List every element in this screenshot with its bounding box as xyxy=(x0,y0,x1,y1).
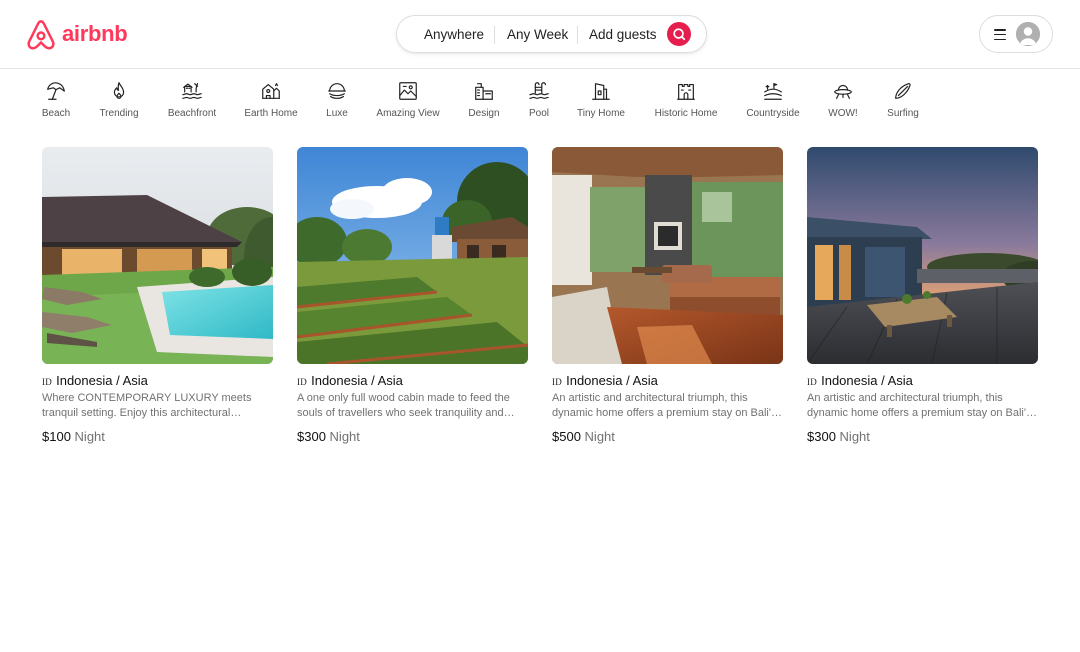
category-historic-home[interactable]: Historic Home xyxy=(654,80,718,119)
flame-icon xyxy=(113,82,125,99)
listing-price: $300 Night xyxy=(297,429,528,444)
category-label: Trending xyxy=(99,108,139,119)
listing-photo[interactable] xyxy=(42,147,273,364)
search-divider xyxy=(494,26,495,44)
category-countryside[interactable]: Countryside xyxy=(745,80,801,119)
ufo-icon xyxy=(834,84,852,99)
listing-price-amount: $300 xyxy=(297,429,326,444)
category-label: Beachfront xyxy=(167,108,217,119)
user-menu-button[interactable] xyxy=(979,15,1053,53)
luxe-icon xyxy=(328,83,346,99)
listing-price-amount: $100 xyxy=(42,429,71,444)
category-trending[interactable]: Trending xyxy=(98,80,140,119)
listing-description: A one only full wood cabin made to feed … xyxy=(297,392,510,419)
earth-home-icon xyxy=(262,83,280,99)
listing-price-amount: $500 xyxy=(552,429,581,444)
listing-location-text: Indonesia / Asia xyxy=(311,373,403,388)
pool-icon xyxy=(529,82,549,99)
country-flag-icon: ID xyxy=(807,377,818,387)
category-label: Pool xyxy=(528,108,549,119)
listing-location-text: Indonesia / Asia xyxy=(566,373,658,388)
search-guests[interactable]: Add guests xyxy=(589,23,657,45)
listing-photo[interactable] xyxy=(552,147,783,364)
category-label: Amazing View xyxy=(376,108,440,119)
listing-card[interactable]: ID Indonesia / Asia Where CONTEMPORARY L… xyxy=(42,147,273,444)
category-label: Tiny Home xyxy=(577,108,625,119)
category-bar: Beach Trending Beachfront Earth Home Lux… xyxy=(0,80,1080,130)
listing-location: ID Indonesia / Asia xyxy=(42,373,273,388)
country-flag-icon: ID xyxy=(297,377,308,387)
listing-price-unit: Night xyxy=(74,429,105,444)
listing-price-amount: $300 xyxy=(807,429,836,444)
listing-price-unit: Night xyxy=(329,429,360,444)
category-surfing[interactable]: Surfing xyxy=(886,80,920,119)
listing-location: ID Indonesia / Asia xyxy=(297,373,528,388)
category-wow[interactable]: WOW! xyxy=(828,80,858,119)
search-icon xyxy=(673,28,686,41)
brand-name: airbnb xyxy=(62,21,128,46)
category-beach[interactable]: Beach xyxy=(42,80,70,119)
tiny-home-icon xyxy=(592,83,610,100)
amazing-view-icon xyxy=(399,82,417,100)
historic-home-icon xyxy=(677,83,695,100)
listing-card[interactable]: ID Indonesia / Asia An artistic and arch… xyxy=(807,147,1038,444)
search-bar[interactable]: Anywhere Any Week Add guests xyxy=(396,15,707,53)
listing-description: An artistic and architectural triumph, t… xyxy=(552,392,777,419)
listing-price: $300 Night xyxy=(807,429,1038,444)
listing-price: $500 Night xyxy=(552,429,783,444)
hamburger-icon xyxy=(994,29,1006,41)
listing-photo[interactable] xyxy=(297,147,528,364)
search-divider xyxy=(577,26,578,44)
category-label: Surfing xyxy=(887,108,919,119)
listing-location-text: Indonesia / Asia xyxy=(56,373,148,388)
category-tiny-home[interactable]: Tiny Home xyxy=(576,80,626,119)
beachfront-icon xyxy=(182,83,202,99)
search-button[interactable] xyxy=(667,22,691,46)
category-label: Historic Home xyxy=(654,108,718,119)
category-earth-home[interactable]: Earth Home xyxy=(244,80,298,119)
category-label: Design xyxy=(468,108,500,119)
category-label: WOW! xyxy=(828,108,858,119)
surfboard-icon xyxy=(895,83,911,99)
listing-description: An artistic and architectural triumph, t… xyxy=(807,392,1032,419)
listing-location-text: Indonesia / Asia xyxy=(821,373,913,388)
category-label: Countryside xyxy=(746,108,800,119)
country-flag-icon: ID xyxy=(552,377,563,387)
category-amazing-view[interactable]: Amazing View xyxy=(376,80,440,119)
category-beachfront[interactable]: Beachfront xyxy=(166,80,218,119)
country-flag-icon: ID xyxy=(42,377,53,387)
listing-price: $100 Night xyxy=(42,429,273,444)
listing-card[interactable]: ID Indonesia / Asia A one only full wood… xyxy=(297,147,528,444)
design-icon xyxy=(475,83,493,100)
category-design[interactable]: Design xyxy=(468,80,500,119)
user-avatar-icon xyxy=(1016,22,1040,46)
search-location[interactable]: Anywhere xyxy=(424,23,484,45)
category-label: Beach xyxy=(41,108,71,119)
airbnb-logo[interactable]: airbnb xyxy=(26,18,128,50)
listing-location: ID Indonesia / Asia xyxy=(807,373,1038,388)
category-pool[interactable]: Pool xyxy=(528,80,550,119)
category-label: Earth Home xyxy=(244,108,298,119)
listing-card[interactable]: ID Indonesia / Asia An artistic and arch… xyxy=(552,147,783,444)
category-label: Luxe xyxy=(326,108,348,119)
countryside-icon xyxy=(764,83,782,100)
listing-location: ID Indonesia / Asia xyxy=(552,373,783,388)
listing-price-unit: Night xyxy=(839,429,870,444)
listing-description: Where CONTEMPORARY LUXURY meets tranquil… xyxy=(42,392,252,419)
top-header: airbnb Anywhere Any Week Add guests xyxy=(0,0,1080,69)
listing-price-unit: Night xyxy=(584,429,615,444)
listing-photo[interactable] xyxy=(807,147,1038,364)
beach-umbrella-icon xyxy=(47,82,65,100)
category-luxe[interactable]: Luxe xyxy=(325,80,349,119)
search-week[interactable]: Any Week xyxy=(507,23,568,45)
airbnb-logo-icon xyxy=(27,20,55,50)
